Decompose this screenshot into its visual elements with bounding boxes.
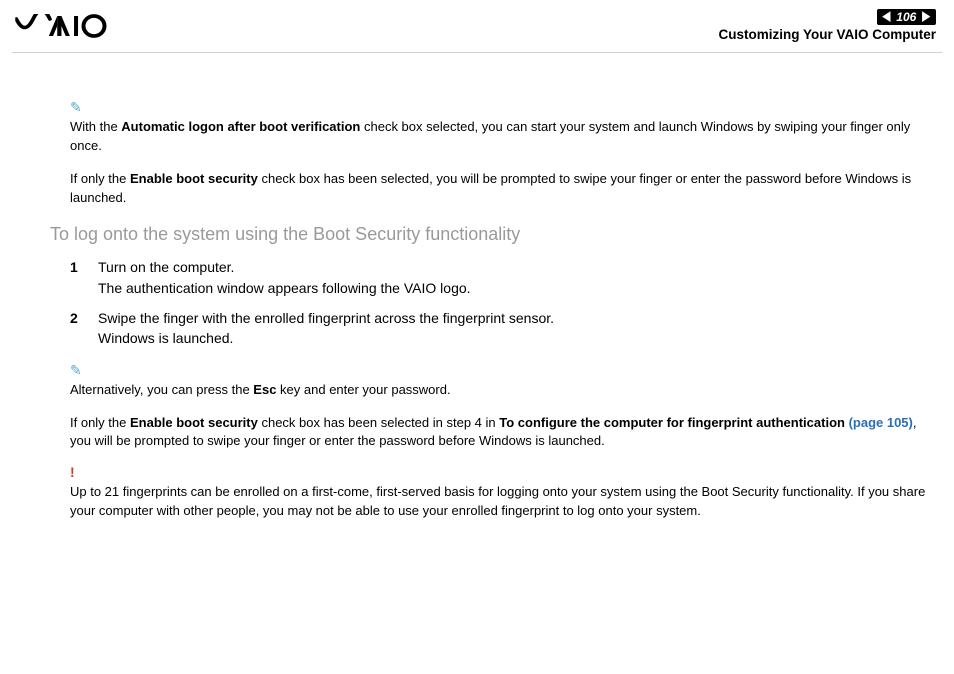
next-page-icon[interactable]: ▶: [922, 9, 930, 23]
page-number: 106: [896, 10, 916, 24]
section-title: Customizing Your VAIO Computer: [718, 27, 936, 42]
warning-icon: !: [70, 465, 926, 479]
note-para-1b: If only the Enable boot security check b…: [70, 170, 926, 208]
step-number: 2: [70, 308, 78, 328]
note-icon: ✎: [70, 363, 926, 377]
page-header: ◀ 106 ▶ Customizing Your VAIO Computer: [0, 0, 954, 48]
steps-list: 1 Turn on the computer. The authenticati…: [70, 257, 926, 348]
step-text-line2: Windows is launched.: [98, 330, 233, 346]
note-icon: ✎: [70, 100, 926, 114]
page-nav: ◀ 106 ▶ Customizing Your VAIO Computer: [718, 6, 936, 42]
step-text-line2: The authentication window appears follow…: [98, 280, 471, 296]
step-1: 1 Turn on the computer. The authenticati…: [70, 257, 926, 298]
header-rule: [12, 52, 942, 53]
step-number: 1: [70, 257, 78, 277]
step-text-line1: Swipe the finger with the enrolled finge…: [98, 310, 554, 326]
step-2: 2 Swipe the finger with the enrolled fin…: [70, 308, 926, 349]
note-para-2b: If only the Enable boot security check b…: [70, 414, 926, 452]
section-heading: To log onto the system using the Boot Se…: [50, 221, 926, 247]
note-para-1: With the Automatic logon after boot veri…: [70, 118, 926, 156]
prev-page-icon[interactable]: ◀: [883, 9, 891, 23]
warning-para: Up to 21 fingerprints can be enrolled on…: [70, 483, 926, 521]
note-para-2: Alternatively, you can press the Esc key…: [70, 381, 926, 400]
page-number-nav[interactable]: ◀ 106 ▶: [877, 9, 936, 25]
step-text-line1: Turn on the computer.: [98, 259, 234, 275]
vaio-logo: [15, 14, 131, 45]
page-content: ✎ With the Automatic logon after boot ve…: [70, 100, 926, 535]
vaio-logo-svg: [15, 14, 131, 38]
page-link-105[interactable]: (page 105): [849, 415, 913, 430]
